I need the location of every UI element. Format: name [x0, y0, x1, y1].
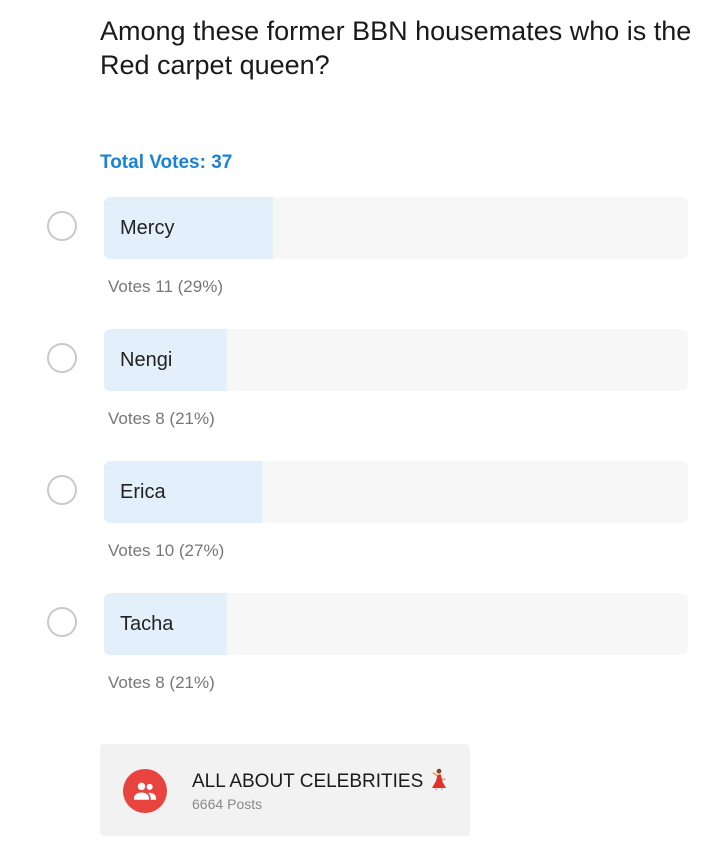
- posts-label: Posts: [227, 796, 263, 812]
- poll-question: Among these former BBN housemates who is…: [100, 16, 692, 80]
- option-vote-count: Votes 11 (29%): [108, 277, 223, 296]
- poll-option-mercy[interactable]: Mercy Votes 11 (29%): [0, 197, 720, 309]
- radio-button[interactable]: [47, 475, 77, 505]
- option-vote-count: Votes 10 (27%): [108, 541, 225, 560]
- option-bar[interactable]: Nengi: [104, 329, 688, 391]
- option-bar[interactable]: Tacha: [104, 593, 688, 655]
- group-name-text: ALL ABOUT CELEBRITIES: [192, 771, 424, 792]
- option-label: Tacha: [120, 613, 174, 635]
- option-vote-count: Votes 8 (21%): [108, 409, 215, 428]
- poll-option-tacha[interactable]: Tacha Votes 8 (21%): [0, 593, 720, 705]
- radio-button[interactable]: [47, 607, 77, 637]
- group-people-icon: [133, 782, 157, 800]
- option-label: Mercy: [120, 217, 175, 239]
- posts-count: 6664: [192, 796, 224, 812]
- poll-option-erica[interactable]: Erica Votes 10 (27%): [0, 461, 720, 573]
- option-bar[interactable]: Erica: [104, 461, 688, 523]
- radio-button[interactable]: [47, 211, 77, 241]
- option-vote-count: Votes 8 (21%): [108, 673, 215, 692]
- option-label: Nengi: [120, 349, 173, 371]
- group-post-count: 6664 Posts: [192, 796, 262, 812]
- option-bar[interactable]: Mercy: [104, 197, 688, 259]
- group-avatar: [123, 769, 167, 813]
- group-card[interactable]: ALL ABOUT CELEBRITIES 6664 Posts: [100, 744, 470, 836]
- radio-button[interactable]: [47, 343, 77, 373]
- total-votes: Total Votes: 37: [100, 152, 233, 173]
- option-label: Erica: [120, 481, 166, 503]
- poll-option-nengi[interactable]: Nengi Votes 8 (21%): [0, 329, 720, 441]
- dancing-woman-icon: [432, 768, 447, 790]
- group-name: ALL ABOUT CELEBRITIES: [192, 768, 447, 793]
